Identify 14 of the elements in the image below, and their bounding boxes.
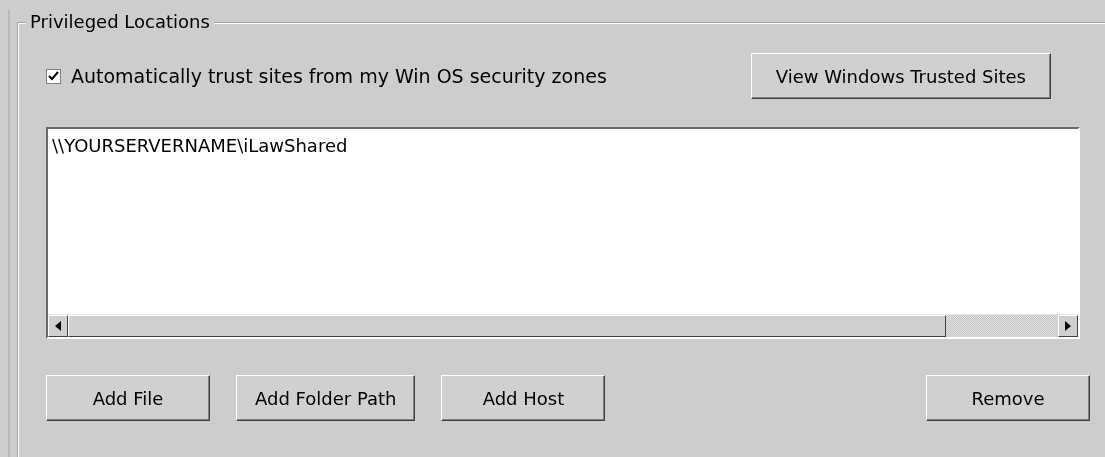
checkbox-label: Automatically trust sites from my Win OS security zones [71,65,607,87]
scroll-left-icon[interactable] [48,315,68,337]
checkbox[interactable] [46,68,61,84]
view-trusted-sites-button[interactable]: View Windows Trusted Sites [750,53,1051,99]
action-button[interactable]: Add Folder Path [236,375,416,421]
list-item[interactable]: \\YOURSERVERNAME\iLawShared [52,135,1074,157]
action-button[interactable]: Add File [46,375,210,421]
group-title: Privileged Locations [26,12,214,32]
horizontal-scrollbar[interactable] [48,314,1078,337]
locations-list[interactable]: \\YOURSERVERNAME\iLawShared [46,127,1080,339]
action-button[interactable]: Remove [926,375,1090,421]
action-button[interactable]: Add Host [441,375,606,421]
scroll-right-icon[interactable] [1058,315,1078,337]
scroll-thumb[interactable] [68,315,946,337]
